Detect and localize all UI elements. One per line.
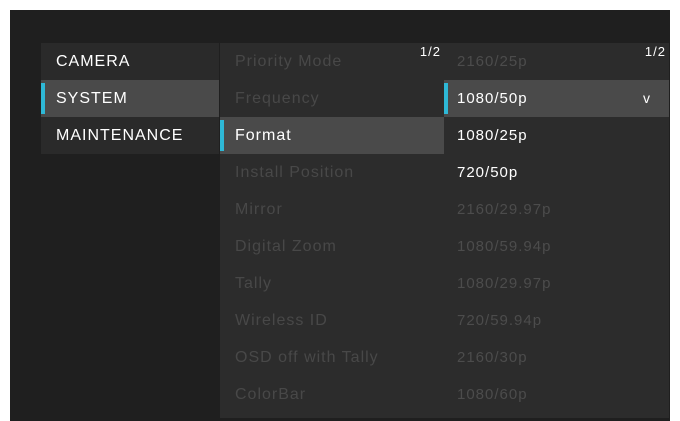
option-1080-25p[interactable]: 1080/25p (444, 117, 669, 154)
main-menu: CAMERA SYSTEM MAINTENANCE (41, 43, 219, 154)
menu-item-camera[interactable]: CAMERA (41, 43, 219, 80)
selection-indicator (220, 120, 224, 151)
submenu-item-tally: Tally (220, 265, 444, 302)
submenu-item-wireless-id: Wireless ID (220, 302, 444, 339)
submenu-item-frequency: Frequency (220, 80, 444, 117)
option-2160-25p: 2160/25p (444, 43, 669, 80)
option-label: 1080/50p (457, 90, 528, 107)
option-label: 2160/30p (457, 349, 528, 366)
menu-item-label: CAMERA (56, 53, 131, 70)
submenu-item-label: OSD off with Tally (235, 349, 379, 366)
submenu-item-label: Frequency (235, 90, 320, 107)
submenu-item-label: Format (235, 127, 292, 144)
option-1080-59-94p: 1080/59.94p (444, 228, 669, 265)
option-2160-30p: 2160/30p (444, 339, 669, 376)
submenu-item-label: Tally (235, 275, 273, 292)
submenu-item-label: Wireless ID (235, 312, 328, 329)
option-1080-29-97p: 1080/29.97p (444, 265, 669, 302)
format-options: 1/2 2160/25p 1080/50p v 1080/25p 720/50p… (444, 43, 669, 418)
option-label: 2160/25p (457, 53, 528, 70)
submenu-item-format[interactable]: Format (220, 117, 444, 154)
option-720-59-94p: 720/59.94p (444, 302, 669, 339)
option-2160-29-97p: 2160/29.97p (444, 191, 669, 228)
option-label: 1080/59.94p (457, 238, 552, 255)
menu-item-maintenance[interactable]: MAINTENANCE (41, 117, 219, 154)
submenu-item-priority-mode: Priority Mode (220, 43, 444, 80)
selection-indicator (444, 83, 448, 114)
checkmark-icon: v (643, 90, 651, 106)
submenu-item-osd-off-with-tally: OSD off with Tally (220, 339, 444, 376)
submenu-item-label: Mirror (235, 201, 283, 218)
option-1080-50p[interactable]: 1080/50p v (444, 80, 669, 117)
option-720-50p[interactable]: 720/50p (444, 154, 669, 191)
option-label: 1080/60p (457, 386, 528, 403)
selection-indicator (41, 83, 45, 114)
option-label: 1080/25p (457, 127, 528, 144)
option-label: 1080/29.97p (457, 275, 552, 292)
submenu-item-label: ColorBar (235, 386, 307, 403)
submenu-item-digital-zoom: Digital Zoom (220, 228, 444, 265)
system-submenu: 1/2 Priority Mode Frequency Format Insta… (220, 43, 444, 418)
option-label: 720/50p (457, 164, 519, 181)
submenu-item-label: Priority Mode (235, 53, 343, 70)
submenu-item-colorbar: ColorBar (220, 376, 444, 413)
osd-screen: CAMERA SYSTEM MAINTENANCE 1/2 Priority M… (10, 10, 670, 421)
menu-item-label: SYSTEM (56, 90, 128, 107)
menu-item-label: MAINTENANCE (56, 127, 184, 144)
option-label: 2160/29.97p (457, 201, 552, 218)
submenu-item-install-position: Install Position (220, 154, 444, 191)
submenu-item-mirror: Mirror (220, 191, 444, 228)
submenu-item-label: Digital Zoom (235, 238, 337, 255)
option-1080-60p: 1080/60p (444, 376, 669, 413)
submenu-item-label: Install Position (235, 164, 355, 181)
menu-item-system[interactable]: SYSTEM (41, 80, 219, 117)
option-label: 720/59.94p (457, 312, 543, 329)
